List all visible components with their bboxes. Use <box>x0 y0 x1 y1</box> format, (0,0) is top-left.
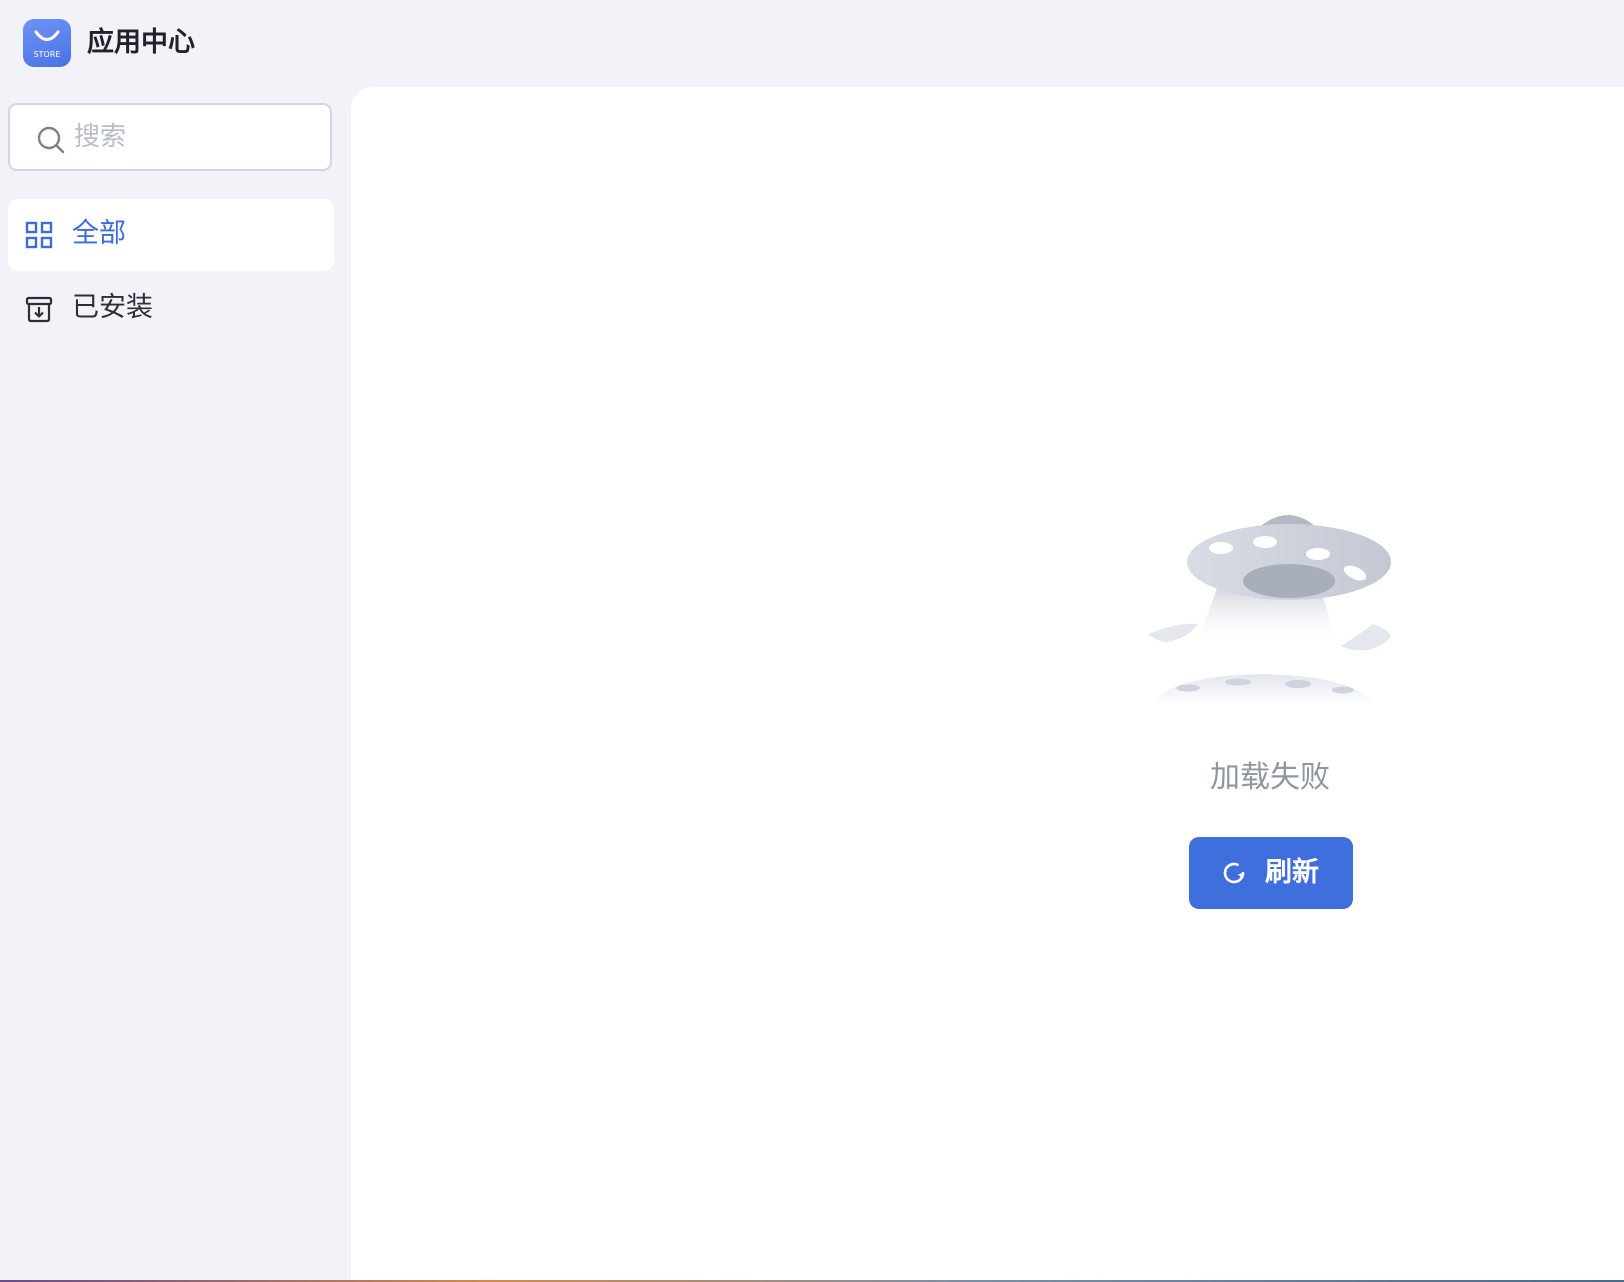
search-input[interactable] <box>74 115 314 159</box>
refresh-icon <box>1223 862 1245 884</box>
app-window: STORE 应用中心 全部 <box>0 0 1624 1280</box>
refresh-button[interactable]: 刷新 <box>1189 837 1353 909</box>
error-message: 加载失败 <box>1210 760 1330 795</box>
ufo-illustration <box>1148 515 1391 706</box>
installed-box-icon <box>25 296 53 323</box>
search-box[interactable] <box>8 103 332 171</box>
app-store-logo: STORE <box>23 19 71 67</box>
refresh-button-label: 刷新 <box>1265 857 1319 888</box>
sidebar: 全部 已安装 <box>0 87 351 1280</box>
shopping-bag-icon: STORE <box>34 30 61 59</box>
sidebar-item-label: 全部 <box>72 218 126 249</box>
sidebar-item-label: 已安装 <box>72 292 153 323</box>
grid-icon <box>25 221 53 249</box>
app-title: 应用中心 <box>87 27 195 58</box>
sidebar-item-all[interactable]: 全部 <box>8 199 334 271</box>
title-bar: STORE 应用中心 <box>0 0 1624 87</box>
logo-text: STORE <box>34 50 61 59</box>
main-content <box>351 87 1624 1280</box>
sidebar-item-installed[interactable]: 已安装 <box>8 273 334 345</box>
search-icon <box>37 126 65 154</box>
